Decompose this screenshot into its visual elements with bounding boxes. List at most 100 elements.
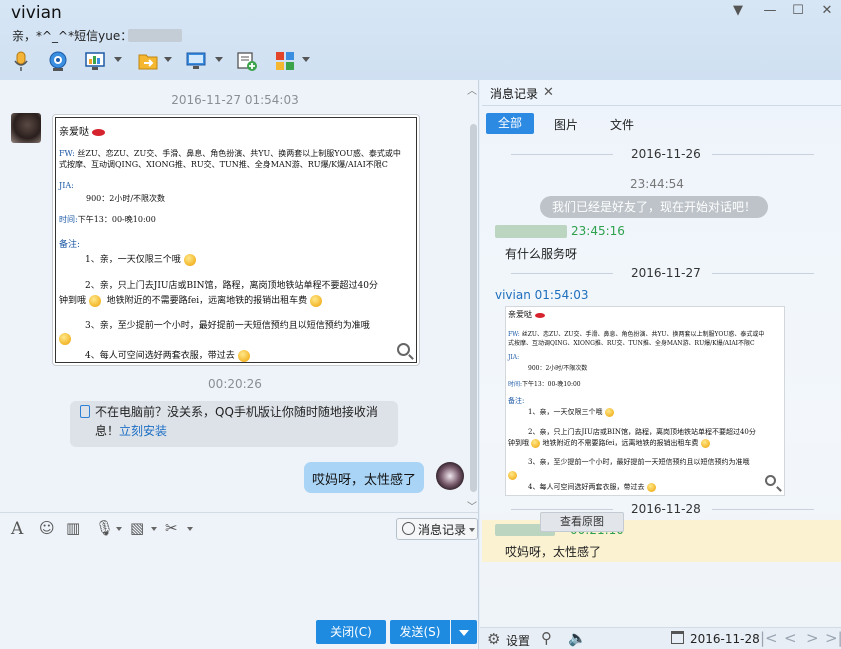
history-date: 2016-11-26 <box>631 147 701 161</box>
contact-signature: 亲，*^_^*短信yue： <box>12 29 133 43</box>
avatar[interactable] <box>11 113 41 143</box>
redacted-sender-name <box>495 225 567 238</box>
gif-icon[interactable]: ▥ <box>66 519 80 539</box>
card-price-label: JIA: <box>508 354 520 361</box>
settings-label[interactable]: 设置 <box>506 632 530 649</box>
history-date: 2016-11-28 <box>631 502 701 516</box>
divider <box>511 273 613 274</box>
previous-page-icon[interactable]: < <box>784 629 797 647</box>
card-time-value: 下午13：00-晚10:00 <box>522 381 581 388</box>
card-fw-line1: 丝ZU、恋ZU、ZU交、手滑、鼻息、角色扮演、共YU、换两套以上制服YOU惑、泰… <box>521 331 765 338</box>
card-price-value: 900：2小时/不限次数 <box>86 194 166 203</box>
chevron-down-icon[interactable] <box>164 57 172 62</box>
emoji-icon[interactable]: ☺ <box>39 519 55 539</box>
card-note2a: 2、亲，只上门去JIU店或BIN馆，路程，离岗顶地铁站单程不要超过40分 <box>528 428 756 436</box>
chevron-down-icon[interactable] <box>151 527 157 531</box>
maximize-icon[interactable]: ☐ <box>788 2 808 20</box>
history-tab-title[interactable]: 消息记录 <box>490 85 538 102</box>
card-price-value: 900：2小时/不限次数 <box>528 365 588 372</box>
last-page-icon[interactable]: >| <box>825 629 841 647</box>
minimize-icon[interactable]: — <box>760 2 780 20</box>
card-time-label: 时间: <box>59 215 78 224</box>
voice-message-icon[interactable]: 🎙 <box>95 519 114 539</box>
create-discussion-icon[interactable] <box>236 50 258 72</box>
chevron-down-icon[interactable]: ▼ <box>728 2 748 20</box>
card-note4: 4、每人可空间选好两套衣服，带过去 <box>528 483 645 491</box>
chevron-down-icon[interactable] <box>187 527 193 531</box>
smile-icon <box>88 294 101 307</box>
image-message[interactable]: 亲爱哒 FW: 丝ZU、恋ZU、ZU交、手滑、鼻息、角色扮演、共YU、换两套以上… <box>52 114 420 366</box>
scissors-icon[interactable]: ✂ <box>165 519 178 539</box>
chevron-down-icon[interactable] <box>114 57 122 62</box>
divider <box>511 509 613 510</box>
video-call-icon[interactable] <box>47 50 69 72</box>
sender-time: 23:45:16 <box>571 224 625 238</box>
remote-desktop-icon[interactable] <box>185 50 207 72</box>
screen-share-icon[interactable] <box>84 50 106 72</box>
close-icon[interactable]: ✕ <box>543 85 554 100</box>
install-link[interactable]: 立刻安装 <box>119 424 167 438</box>
system-tip-text: 不在电脑前？没关系，QQ手机版让你随时随地接收消息！立刻安装 <box>95 403 395 441</box>
friend-notice: 我们已经是好友了，现在开始对话吧！ <box>540 196 768 218</box>
microphone-call-icon[interactable] <box>10 50 32 72</box>
first-page-icon[interactable]: |< <box>760 629 778 647</box>
contact-name[interactable]: vivian <box>11 3 62 23</box>
card-note2b: 钟到哦 <box>59 296 87 306</box>
clock-icon <box>402 522 415 535</box>
card-fw-label: FW: <box>508 331 520 338</box>
smile-icon <box>604 407 614 417</box>
card-note2a: 2、亲，只上门去JIU店或BIN馆，路程，离岗顶地铁站单程不要超过40分 <box>85 281 378 291</box>
send-file-icon[interactable] <box>137 50 159 72</box>
filter-all-tab[interactable]: 全部 <box>486 113 534 134</box>
history-timestamp: 23:44:54 <box>630 177 684 191</box>
divider <box>511 154 613 155</box>
chat-scrollbar[interactable] <box>470 124 477 492</box>
chevron-down-icon[interactable] <box>302 57 310 62</box>
smile-icon <box>183 253 196 266</box>
send-button[interactable]: 发送(S) <box>390 620 450 644</box>
card-fw-line1: 丝ZU、恋ZU、ZU交、手滑、鼻息、角色扮演、共YU、换两套以上制服YOU惑、泰… <box>77 149 401 158</box>
search-icon[interactable]: ⚲ <box>541 629 552 647</box>
smile-icon <box>508 471 517 480</box>
card-note3: 3、亲，至少提前一个小时，最好提前一天短信预约且以短信预约为准哦 <box>528 458 750 466</box>
card-note-label: 备注: <box>508 397 525 405</box>
card-note2c: 地铁附近的不需要路fei，远离地铁的报销出租车费 <box>542 439 699 447</box>
image-message[interactable]: 亲爱哒 FW: 丝ZU、恋ZU、ZU交、手滑、鼻息、角色扮演、共YU、换两套以上… <box>505 306 785 496</box>
card-note1: 1、亲，一天仅限三个哦 <box>85 255 181 265</box>
card-note1: 1、亲，一天仅限三个哦 <box>528 408 603 416</box>
card-note-label: 备注: <box>59 240 81 250</box>
history-date: 2016-11-27 <box>631 266 701 280</box>
filter-files-tab[interactable]: 文件 <box>610 116 634 133</box>
filter-images-tab[interactable]: 图片 <box>554 116 578 133</box>
chevron-down-icon[interactable] <box>469 528 475 532</box>
card-note3: 3、亲，至少提前一个小时，最好提前一天短信预约且以短信预约为准哦 <box>85 321 370 331</box>
gear-icon[interactable]: ⚙ <box>487 630 500 648</box>
close-button[interactable]: 关闭(C) <box>316 620 386 644</box>
date-picker-value[interactable]: 2016-11-28 <box>690 632 760 646</box>
scroll-up-icon[interactable]: ︿ <box>467 82 477 97</box>
apps-grid-icon[interactable] <box>274 50 296 72</box>
avatar[interactable] <box>436 462 464 490</box>
close-icon[interactable]: ✕ <box>817 2 837 20</box>
smile-icon <box>700 438 710 448</box>
card-time-label: 时间: <box>508 381 523 388</box>
font-icon[interactable]: A <box>11 519 23 539</box>
zoom-icon[interactable] <box>765 475 776 486</box>
zoom-icon[interactable] <box>397 343 410 356</box>
calendar-icon[interactable] <box>671 631 684 644</box>
chevron-down-icon[interactable] <box>116 527 122 531</box>
card-price-label: JIA: <box>59 181 74 190</box>
next-page-icon[interactable]: > <box>806 629 819 647</box>
smile-icon <box>531 438 541 448</box>
scroll-down-icon[interactable]: ﹀ <box>467 498 477 513</box>
image-icon[interactable]: ▧ <box>130 519 144 539</box>
card-note2c: 地铁附近的不需要路fei，远离地铁的报销出租车费 <box>106 296 308 306</box>
chevron-down-icon[interactable] <box>215 57 223 62</box>
card-fw-line2: 式按摩、互动调QING、XIONG推、RU交、TUN推、全身MAN游、RU爆/K… <box>59 160 388 169</box>
speaker-icon[interactable]: 🔈 <box>568 629 587 647</box>
view-original-image-button[interactable]: 查看原图 <box>540 512 624 532</box>
divider <box>712 273 814 274</box>
my-message-text: 哎妈呀，太性感了 <box>312 473 417 488</box>
lips-icon <box>92 129 106 136</box>
smile-icon <box>646 482 656 492</box>
